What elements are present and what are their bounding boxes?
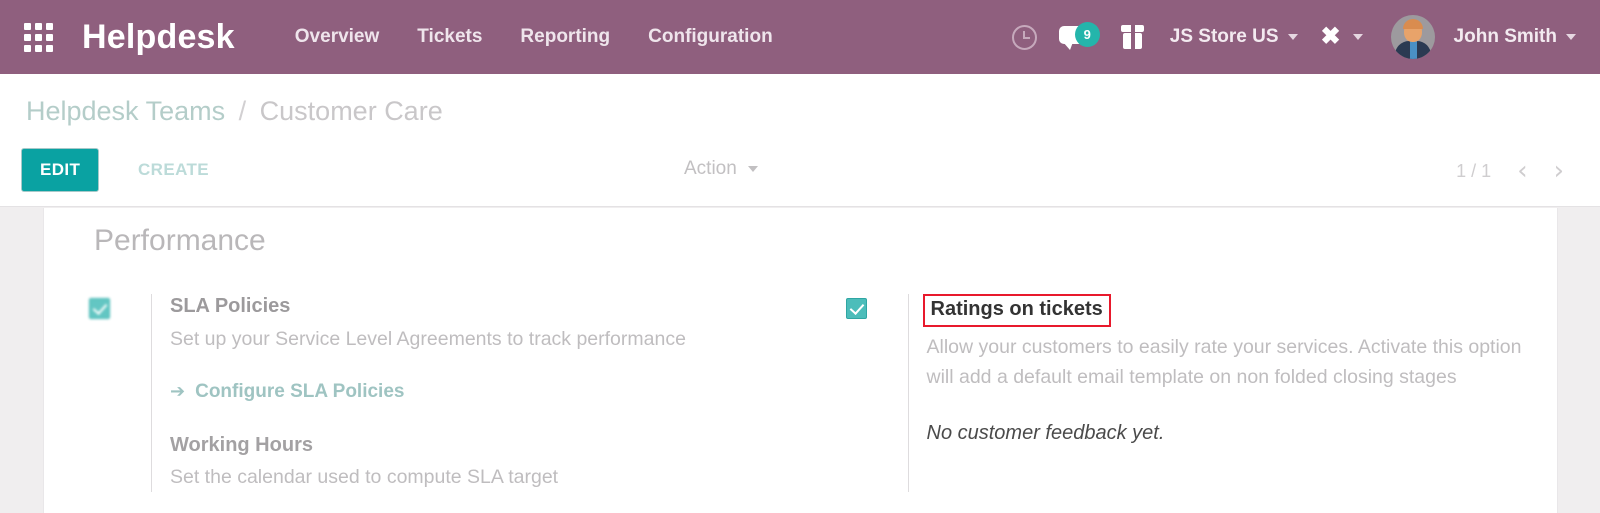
nav-item-overview[interactable]: Overview <box>295 26 380 48</box>
ratings-on-tickets-description: Allow your customers to easily rate your… <box>926 336 1522 388</box>
ratings-on-tickets-setting: Ratings on tickets Allow your customers … <box>907 294 1558 493</box>
navbar-right-group: 9 JS Store US ✖ John Smith <box>998 13 1600 61</box>
avatar <box>1390 15 1435 59</box>
ratings-checkbox-cell <box>845 294 908 492</box>
customer-feedback-status: No customer feedback yet. <box>926 422 1165 445</box>
configure-sla-policies-link[interactable]: ➔ Configure SLA Policies <box>170 381 801 403</box>
next-record-icon[interactable]: › <box>1554 158 1564 184</box>
working-hours-setting: Working Hours Set the calendar used to c… <box>170 433 801 493</box>
settings-column-left: SLA Policies Set up your Service Level A… <box>44 294 801 493</box>
main-nav-menu: Overview Tickets Reporting Configuration <box>295 26 773 48</box>
page-title: Performance <box>94 224 266 257</box>
message-count-badge: 9 <box>1074 22 1100 47</box>
sla-checkbox-cell <box>89 294 151 492</box>
working-hours-description: Set the calendar used to compute SLA tar… <box>170 465 559 488</box>
sla-policies-setting: SLA Policies Set up your Service Level A… <box>151 294 801 493</box>
tools-icon: ✖ <box>1320 23 1341 50</box>
create-button[interactable]: CREATE <box>120 148 227 192</box>
ratings-on-tickets-label: Ratings on tickets <box>922 294 1111 327</box>
previous-record-icon[interactable]: ‹ <box>1517 158 1527 184</box>
configure-sla-policies-label: Configure SLA Policies <box>195 380 405 402</box>
app-brand-title[interactable]: Helpdesk <box>82 18 235 57</box>
edit-button[interactable]: EDIT <box>21 148 100 192</box>
user-name: John Smith <box>1453 26 1557 47</box>
record-pager: 1 / 1 ‹ › <box>1456 158 1564 184</box>
form-sheet: Performance SLA Policies Set up your Ser… <box>43 208 1558 513</box>
settings-column-right: Ratings on tickets Allow your customers … <box>801 294 1558 493</box>
breadcrumb-separator: / <box>238 96 247 126</box>
pager-counter: 1 / 1 <box>1456 160 1492 181</box>
sla-policies-description: Set up your Service Level Agreements to … <box>170 328 686 350</box>
settings-grid: SLA Policies Set up your Service Level A… <box>44 294 1558 493</box>
chevron-down-icon <box>747 166 758 172</box>
sla-policies-label: SLA Policies <box>170 295 291 317</box>
sla-policies-checkbox[interactable] <box>89 298 110 319</box>
clock-icon <box>1012 24 1038 50</box>
top-navbar: Helpdesk Overview Tickets Reporting Conf… <box>0 0 1600 74</box>
control-panel: Helpdesk Teams / Customer Care EDIT CREA… <box>0 74 1600 207</box>
nav-item-reporting[interactable]: Reporting <box>520 26 610 48</box>
tools-menu[interactable]: ✖ <box>1308 24 1373 50</box>
action-dropdown[interactable]: Action <box>684 158 758 180</box>
company-switcher[interactable]: JS Store US <box>1160 26 1308 48</box>
apps-grid-icon[interactable] <box>18 17 58 57</box>
activity-button[interactable] <box>998 13 1052 61</box>
action-dropdown-label: Action <box>684 158 737 179</box>
chevron-down-icon <box>1566 34 1576 40</box>
gift-button[interactable] <box>1106 13 1160 61</box>
chat-bubble-icon: 9 <box>1058 22 1100 52</box>
chevron-down-icon <box>1352 34 1363 40</box>
nav-item-tickets[interactable]: Tickets <box>417 26 482 48</box>
breadcrumb: Helpdesk Teams / Customer Care <box>26 96 443 127</box>
messaging-button[interactable]: 9 <box>1052 13 1106 61</box>
working-hours-label: Working Hours <box>170 433 313 456</box>
breadcrumb-current: Customer Care <box>259 96 443 126</box>
chevron-down-icon <box>1287 34 1298 40</box>
breadcrumb-parent[interactable]: Helpdesk Teams <box>26 96 225 126</box>
arrow-right-icon: ➔ <box>170 381 186 403</box>
ratings-on-tickets-checkbox[interactable] <box>845 298 867 319</box>
nav-item-configuration[interactable]: Configuration <box>648 26 773 48</box>
gift-icon <box>1121 25 1145 49</box>
user-menu[interactable]: John Smith <box>1373 15 1586 59</box>
company-name: JS Store US <box>1169 26 1279 47</box>
